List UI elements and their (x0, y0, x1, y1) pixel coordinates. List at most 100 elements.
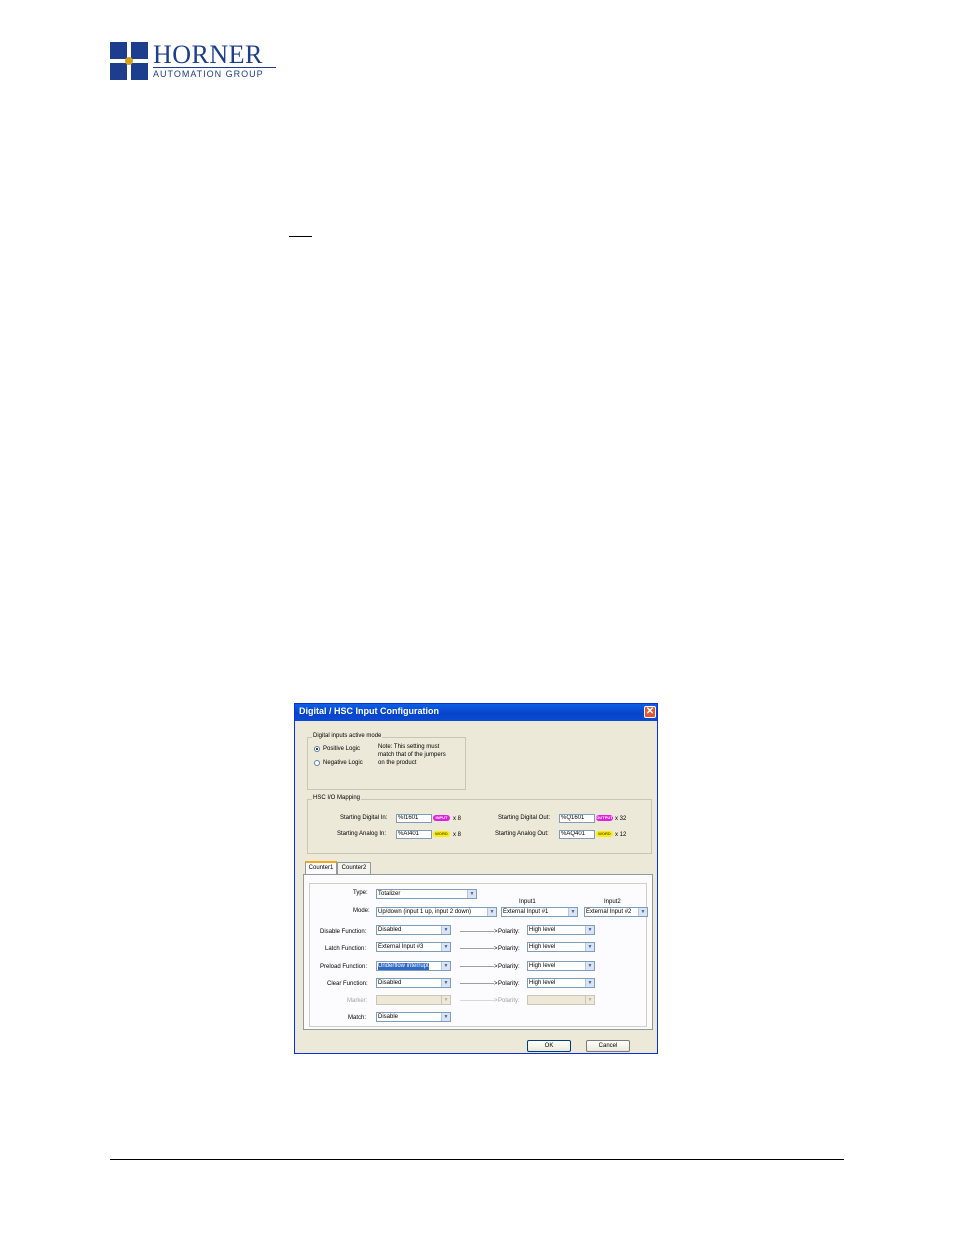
type-value: Totalizer (378, 891, 401, 897)
starting-analog-in-label: Starting Analog In: (337, 831, 387, 837)
brand-divider (153, 67, 276, 68)
polarity-label: Polarity: (498, 998, 520, 1004)
match-value: Disable (378, 1014, 399, 1020)
word-tag-badge: WORD (596, 831, 613, 837)
word-tag-badge: WORD (433, 831, 450, 837)
mode-input2-value: External Input #2 (586, 909, 632, 915)
active-mode-legend: Digital inputs active mode (312, 732, 383, 740)
mode-input1-value: External Input #1 (503, 909, 549, 915)
brand-name: HORNER (153, 40, 263, 69)
starting-digital-out-label: Starting Digital Out: (498, 815, 551, 821)
hsc-config-dialog: Digital / HSC Input Configuration ✕ Digi… (294, 703, 658, 1054)
input2-header: Input2 (604, 899, 621, 905)
match-label: Match: (348, 1015, 367, 1021)
dialog-titlebar[interactable]: Digital / HSC Input Configuration ✕ (295, 704, 657, 721)
mode-input1-select[interactable]: External Input #1 ▼ (501, 907, 578, 917)
latch-function-value: External Input #3 (378, 944, 424, 950)
disable-function-label: Disable Function: (320, 929, 367, 935)
analog-in-count: x 8 (453, 832, 462, 838)
starting-analog-out-label: Starting Analog Out: (495, 831, 549, 837)
polarity-label: Polarity: (498, 929, 520, 935)
chevron-down-icon: ▼ (441, 962, 450, 970)
latch-function-label: Latch Function: (325, 946, 367, 952)
preload-function-label: Preload Function: (320, 964, 368, 970)
latch-polarity-select[interactable]: High level ▼ (527, 942, 595, 952)
chevron-down-icon: ▼ (585, 926, 594, 934)
chevron-down-icon: ▼ (441, 996, 450, 1004)
preload-polarity-select[interactable]: High level ▼ (527, 961, 595, 971)
positive-logic-radio[interactable] (314, 746, 320, 752)
marker-polarity-select: ▼ (527, 995, 595, 1005)
preload-function-value: Underflow interrupt (378, 963, 429, 970)
chevron-down-icon: ▼ (585, 996, 594, 1004)
starting-digital-in-field[interactable]: %I1601 (396, 814, 432, 823)
clear-function-value: Disabled (378, 980, 402, 986)
marker-label: Marker: (347, 998, 368, 1004)
clear-polarity-select[interactable]: High level ▼ (527, 978, 595, 988)
preload-polarity-value: High level (529, 963, 556, 969)
disable-function-select[interactable]: Disabled ▼ (376, 925, 451, 935)
disable-polarity-select[interactable]: High level ▼ (527, 925, 595, 935)
cancel-button[interactable]: Cancel (586, 1040, 630, 1052)
chevron-down-icon: ▼ (441, 1013, 450, 1021)
latch-function-select[interactable]: External Input #3 ▼ (376, 942, 451, 952)
arrow-connector: -----------------> (460, 946, 498, 952)
chevron-down-icon: ▼ (441, 943, 450, 951)
positive-logic-label[interactable]: Positive Logic (323, 745, 360, 753)
input-tag-badge: INPUT (433, 815, 450, 821)
starting-digital-in-label: Starting Digital In: (340, 815, 388, 821)
tab-counter1[interactable]: Counter1 (305, 861, 337, 874)
arrow-connector: -----------------> (460, 998, 498, 1004)
clear-function-label: Clear Function: (327, 981, 368, 987)
close-button[interactable]: ✕ (644, 706, 656, 718)
disable-function-value: Disabled (378, 927, 402, 933)
type-label: Type: (353, 890, 368, 896)
chevron-down-icon: ▼ (487, 908, 496, 916)
output-tag-badge: OUTPUT (596, 815, 613, 821)
preload-function-select[interactable]: Underflow interrupt ▼ (376, 961, 451, 971)
polarity-label: Polarity: (498, 964, 520, 970)
arrow-connector: -----------------> (460, 964, 498, 970)
chevron-down-icon: ▼ (638, 908, 647, 916)
polarity-label: Polarity: (498, 946, 520, 952)
starting-analog-in-field[interactable]: %AI401 (396, 830, 432, 839)
starting-digital-out-field[interactable]: %Q1601 (559, 814, 595, 823)
tab-counter2[interactable]: Counter2 (337, 862, 371, 874)
analog-out-count: x 12 (615, 832, 627, 838)
mode-input2-select[interactable]: External Input #2 ▼ (584, 907, 648, 917)
horner-logo-mark-icon (110, 42, 148, 80)
chevron-down-icon: ▼ (585, 962, 594, 970)
disable-polarity-value: High level (529, 927, 556, 933)
dialog-title: Digital / HSC Input Configuration (299, 706, 439, 716)
underline-mark (289, 236, 312, 237)
digital-in-count: x 8 (453, 816, 462, 822)
negative-logic-label[interactable]: Negative Logic (323, 759, 363, 767)
footer-divider (110, 1159, 844, 1160)
clear-polarity-value: High level (529, 980, 556, 986)
mode-label: Mode: (353, 908, 370, 914)
negative-logic-radio[interactable] (314, 760, 320, 766)
mode-select[interactable]: Up/down (input 1 up, input 2 down) ▼ (376, 907, 497, 917)
horner-logo: HORNER AUTOMATION GROUP (110, 40, 280, 82)
chevron-down-icon: ▼ (585, 943, 594, 951)
match-select[interactable]: Disable ▼ (376, 1012, 451, 1022)
arrow-connector: -----------------> (460, 929, 498, 935)
starting-analog-out-field[interactable]: %AQ401 (559, 830, 595, 839)
ok-button[interactable]: OK (527, 1040, 571, 1052)
chevron-down-icon: ▼ (441, 926, 450, 934)
chevron-down-icon: ▼ (585, 979, 594, 987)
latch-polarity-value: High level (529, 944, 556, 950)
mode-note-line: on the product (378, 760, 417, 766)
clear-function-select[interactable]: Disabled ▼ (376, 978, 451, 988)
io-mapping-legend: HSC I/O Mapping (312, 794, 362, 802)
type-select[interactable]: Totalizer ▼ (376, 889, 477, 899)
close-icon: ✕ (645, 706, 655, 717)
chevron-down-icon: ▼ (441, 979, 450, 987)
mode-note-line: match that of the jumpers (378, 752, 446, 758)
mode-note-line: Note: This setting must (378, 744, 440, 750)
mode-value: Up/down (input 1 up, input 2 down) (378, 909, 472, 915)
arrow-connector: -----------------> (460, 981, 498, 987)
chevron-down-icon: ▼ (568, 908, 577, 916)
chevron-down-icon: ▼ (467, 890, 476, 898)
digital-out-count: x 32 (615, 816, 627, 822)
